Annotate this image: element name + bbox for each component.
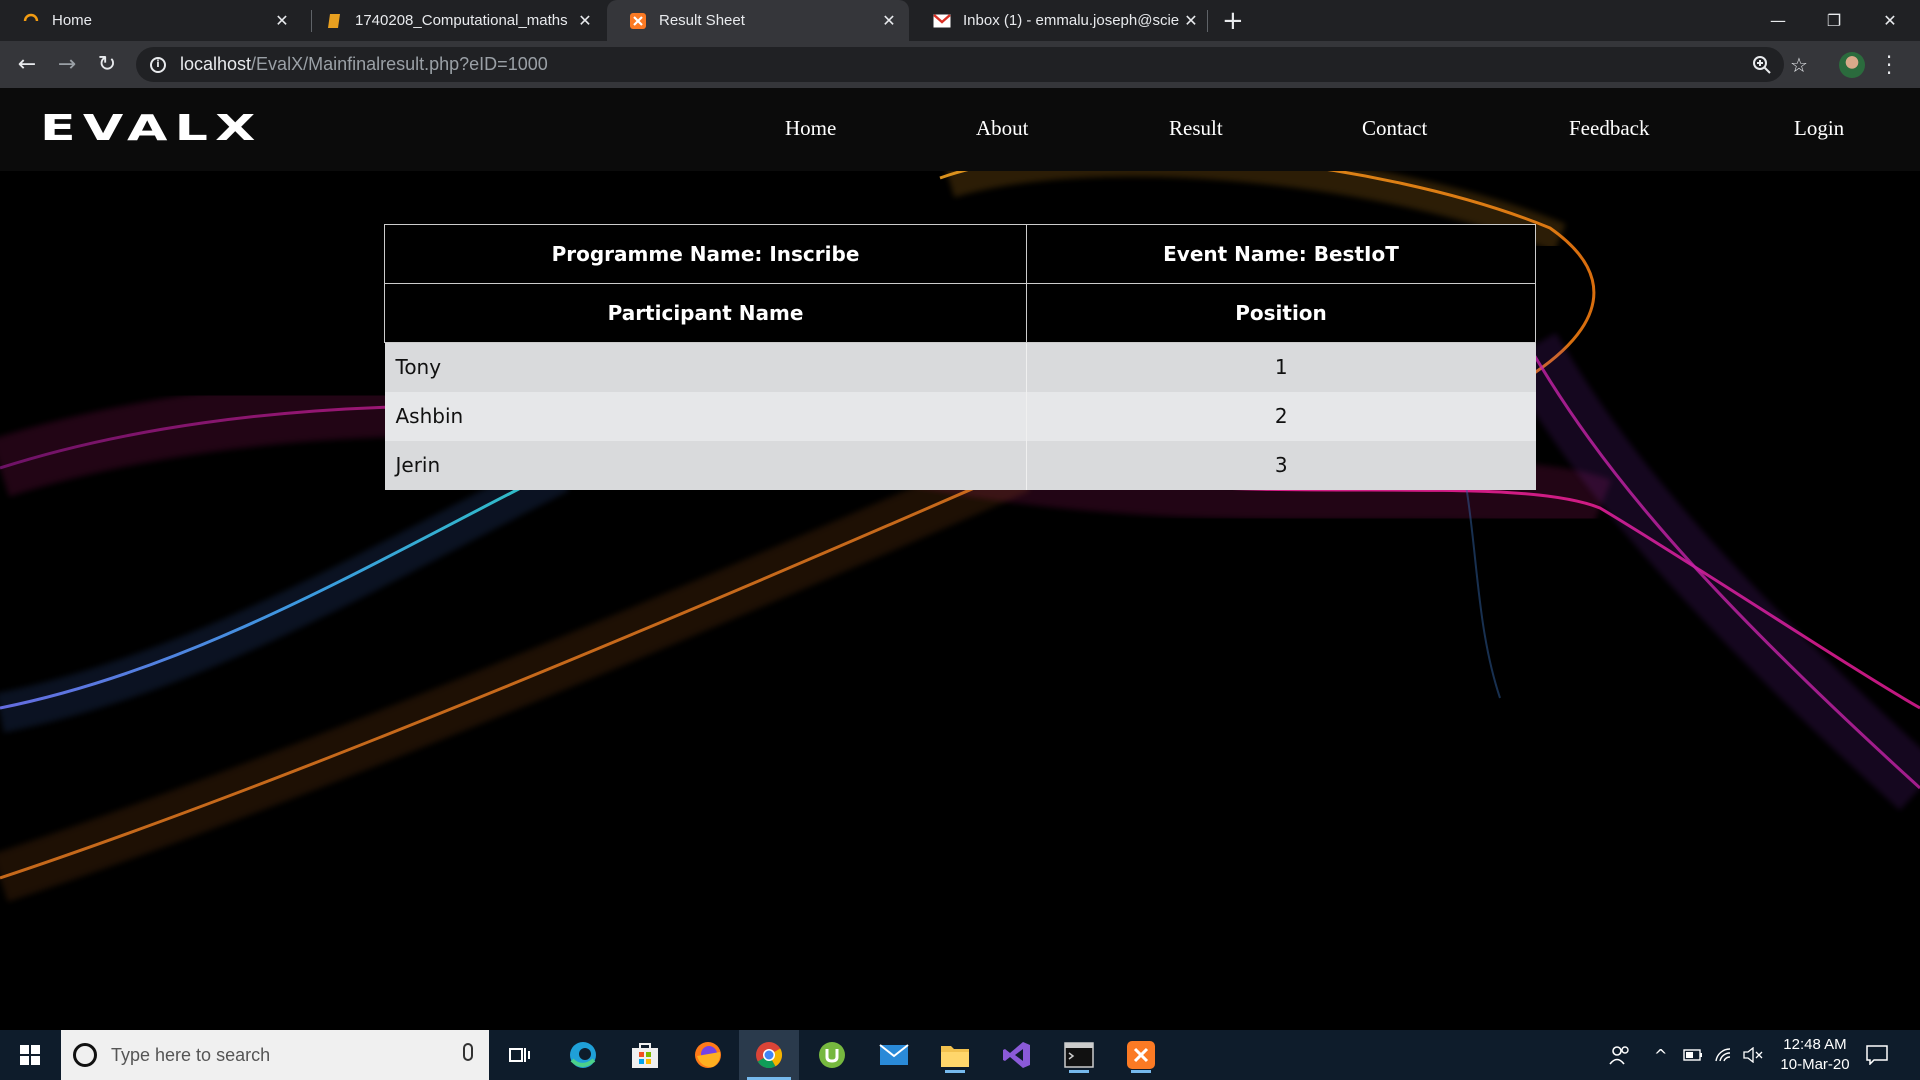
microsoft-store-icon[interactable]: [627, 1037, 663, 1073]
evalx-logo[interactable]: EVALX: [40, 108, 263, 149]
event-name-header: Event Name: BestIoT: [1026, 224, 1536, 284]
close-window-button[interactable]: ✕: [1862, 0, 1918, 41]
programme-name-header: Programme Name: Inscribe: [384, 224, 1027, 284]
clock-time: 12:48 AM: [1783, 1036, 1847, 1053]
table-header-row: Programme Name: Inscribe Event Name: Bes…: [384, 224, 1536, 284]
nav-result-link[interactable]: Result: [1169, 116, 1223, 141]
close-tab-icon[interactable]: ✕: [877, 11, 901, 31]
bookmark-star-icon[interactable]: ☆: [1790, 47, 1808, 82]
table-header-row: Participant Name Position: [384, 283, 1536, 343]
tab-result-sheet[interactable]: Result Sheet ✕: [607, 0, 909, 41]
table-row: Tony 1: [384, 342, 1536, 392]
cortana-icon: [73, 1043, 97, 1067]
nav-home-link[interactable]: Home: [785, 116, 836, 141]
address-bar[interactable]: i localhost/EvalX/Mainfinalresult.php?eI…: [136, 47, 1808, 82]
position-cell: 1: [1026, 342, 1536, 392]
xampp-taskbar-icon[interactable]: [1123, 1037, 1159, 1073]
tab-title: Inbox (1) - emmalu.joseph@scier: [963, 12, 1179, 29]
chrome-taskbar-icon[interactable]: [739, 1030, 799, 1080]
active-app-indicator: [945, 1070, 965, 1073]
edge-icon[interactable]: [565, 1037, 601, 1073]
chevron-up-icon[interactable]: ^: [1654, 1030, 1667, 1080]
position-cell: 2: [1026, 391, 1536, 441]
back-arrow-icon[interactable]: ←: [7, 41, 47, 88]
wifi-icon[interactable]: [1714, 1030, 1734, 1080]
nav-contact-link[interactable]: Contact: [1362, 116, 1427, 141]
xampp-icon: [629, 12, 647, 30]
result-table: Programme Name: Inscribe Event Name: Bes…: [384, 224, 1536, 490]
table-row: Ashbin 2: [384, 391, 1536, 441]
windows-taskbar: Type here to search ^ 12:48 AM 10-Mar-20: [0, 1030, 1920, 1080]
zoom-icon[interactable]: [1752, 47, 1772, 82]
search-placeholder: Type here to search: [111, 1044, 271, 1065]
nav-login-link[interactable]: Login: [1794, 116, 1844, 141]
browser-tab-strip: Home ✕ 1740208_Computational_maths ✕ Res…: [0, 0, 1920, 41]
table-row: Jerin 3: [384, 440, 1536, 490]
clock-date: 10-Mar-20: [1780, 1056, 1850, 1073]
minimize-button[interactable]: —: [1750, 0, 1806, 41]
close-tab-icon[interactable]: ✕: [270, 11, 294, 31]
site-navbar: EVALX Home About Result Contact Feedback…: [0, 88, 1920, 171]
participant-name-cell: Tony: [384, 342, 1027, 392]
loading-spinner-icon: [22, 12, 40, 30]
nav-feedback-link[interactable]: Feedback: [1569, 116, 1649, 141]
restore-button[interactable]: ❐: [1806, 0, 1862, 41]
participant-name-cell: Ashbin: [384, 391, 1027, 441]
participant-name-cell: Jerin: [384, 440, 1027, 490]
reload-icon[interactable]: ↻: [87, 41, 127, 88]
menu-kebab-icon[interactable]: · · ·: [1884, 47, 1894, 83]
mail-icon[interactable]: [876, 1037, 912, 1073]
browser-toolbar: ← → ↻ i localhost/EvalX/Mainfinalresult.…: [0, 41, 1920, 88]
site-info-icon[interactable]: i: [150, 56, 166, 73]
close-tab-icon[interactable]: ✕: [1179, 11, 1203, 31]
position-cell: 3: [1026, 440, 1536, 490]
document-icon: [325, 12, 343, 30]
url-path: /EvalX/Mainfinalresult.php?eID=1000: [251, 54, 548, 74]
tab-home[interactable]: Home ✕: [0, 0, 302, 41]
notification-center-icon[interactable]: [1866, 1030, 1888, 1080]
volume-muted-icon[interactable]: [1743, 1030, 1763, 1080]
nav-about-link[interactable]: About: [976, 116, 1029, 141]
url-text[interactable]: localhost/EvalX/Mainfinalresult.php?eID=…: [180, 54, 548, 75]
active-app-indicator: [1131, 1070, 1151, 1073]
forward-arrow-icon[interactable]: →: [47, 41, 87, 88]
terminal-icon[interactable]: [1061, 1037, 1097, 1073]
profile-avatar[interactable]: [1839, 52, 1865, 78]
microphone-icon[interactable]: [463, 1043, 473, 1061]
active-app-indicator: [1069, 1070, 1089, 1073]
task-view-icon[interactable]: [502, 1037, 538, 1073]
gmail-icon: [933, 12, 951, 30]
firefox-icon[interactable]: [690, 1037, 726, 1073]
tab-computational-maths[interactable]: 1740208_Computational_maths ✕: [303, 0, 605, 41]
windows-start-icon[interactable]: [12, 1037, 48, 1073]
people-icon[interactable]: [1608, 1030, 1630, 1080]
utorrent-icon[interactable]: [814, 1037, 850, 1073]
tab-title: Result Sheet: [659, 12, 745, 29]
file-explorer-icon[interactable]: [937, 1037, 973, 1073]
url-host: localhost: [180, 54, 252, 74]
participant-name-header: Participant Name: [384, 283, 1027, 343]
taskbar-search-box[interactable]: Type here to search: [61, 1030, 489, 1080]
taskbar-clock[interactable]: 12:48 AM 10-Mar-20: [1765, 1035, 1865, 1075]
tab-title: 1740208_Computational_maths: [355, 12, 568, 29]
position-header: Position: [1026, 283, 1536, 343]
close-tab-icon[interactable]: ✕: [573, 11, 597, 31]
battery-icon[interactable]: [1683, 1030, 1703, 1080]
tab-inbox[interactable]: Inbox (1) - emmalu.joseph@scier ✕: [911, 0, 1211, 41]
tab-separator: [1207, 10, 1208, 32]
visual-studio-icon[interactable]: [999, 1037, 1035, 1073]
page-viewport: EVALX Home About Result Contact Feedback…: [0, 88, 1920, 1030]
new-tab-button[interactable]: +: [1222, 6, 1244, 36]
tab-title: Home: [52, 12, 93, 29]
